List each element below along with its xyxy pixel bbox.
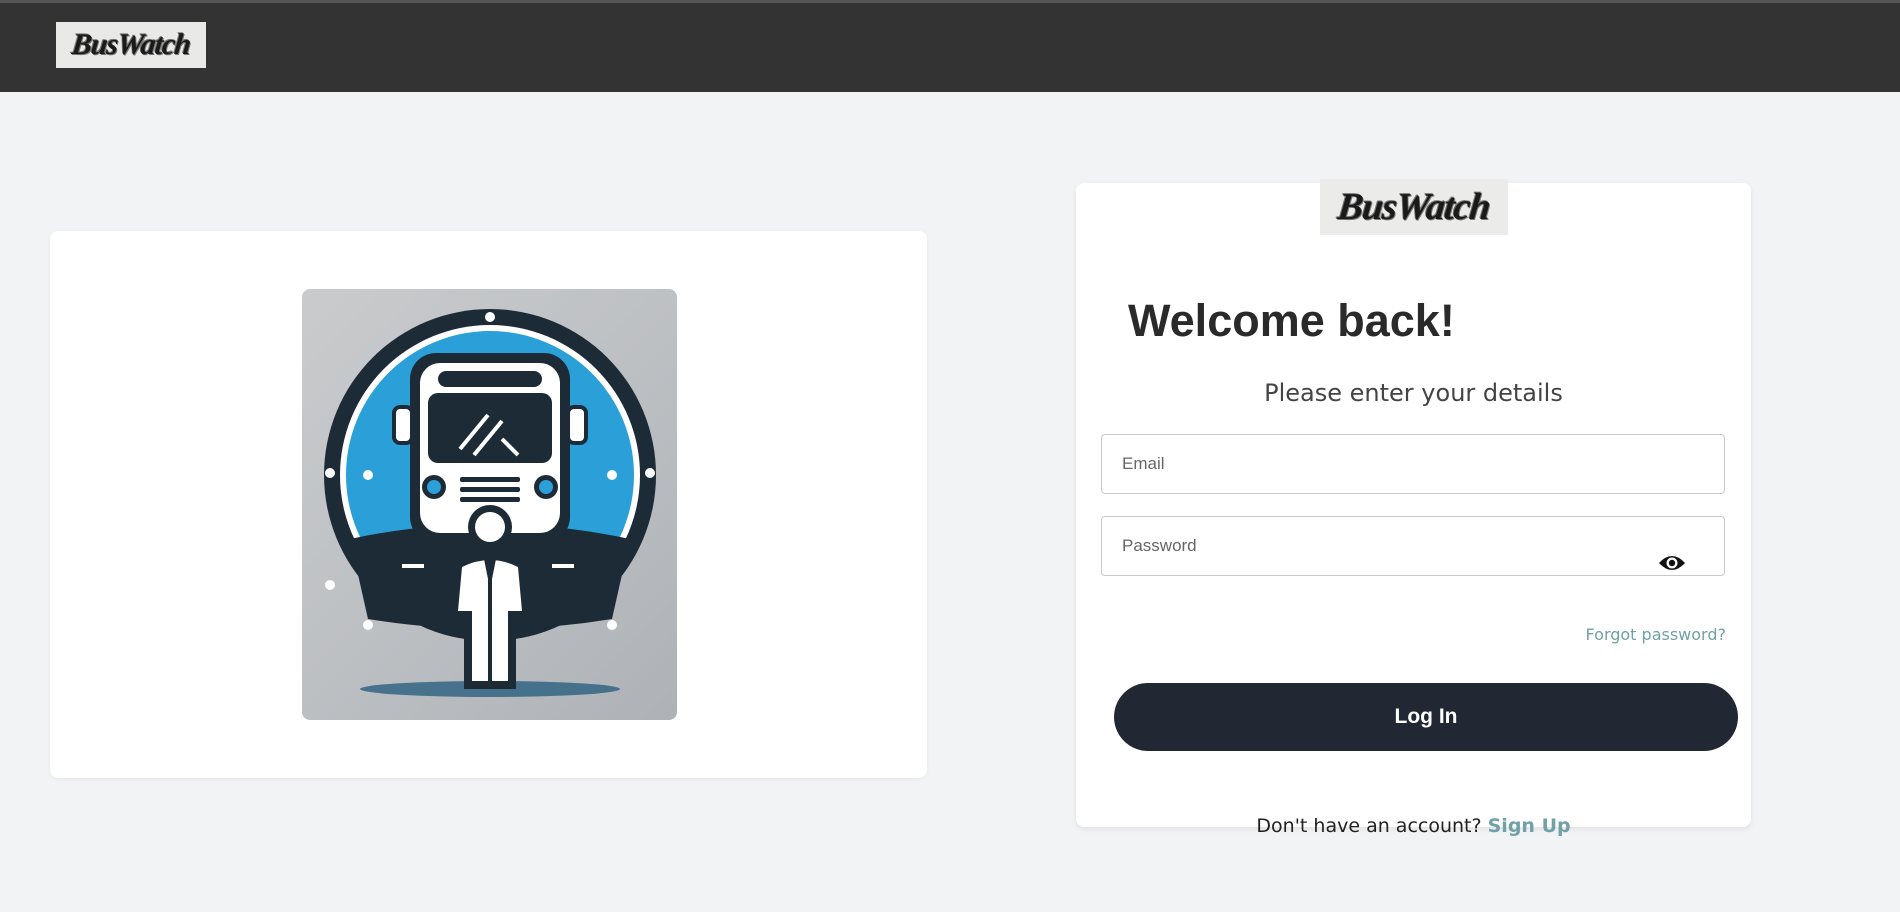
signup-link[interactable]: Sign Up	[1488, 815, 1571, 837]
hero-card	[50, 231, 927, 778]
password-field[interactable]	[1102, 517, 1724, 575]
login-card: BusWatch Welcome back! Please enter your…	[1076, 179, 1751, 827]
signup-prompt: Don't have an account?	[1256, 815, 1488, 837]
login-button[interactable]: Log In	[1114, 683, 1738, 751]
page-title: Welcome back!	[1128, 295, 1455, 346]
top-navbar: BusWatch	[0, 0, 1900, 92]
forgot-password-link[interactable]: Forgot password?	[1586, 625, 1726, 644]
signup-row: Don't have an account? Sign Up	[1076, 815, 1751, 837]
login-subtitle: Please enter your details	[1264, 379, 1563, 407]
navbar-logo-text: BusWatch	[70, 28, 192, 61]
email-field-wrapper	[1101, 434, 1725, 494]
login-logo: BusWatch	[1320, 179, 1508, 235]
eye-icon[interactable]	[1658, 553, 1686, 573]
email-field[interactable]	[1102, 435, 1724, 493]
login-logo-text: BusWatch	[1335, 186, 1493, 228]
password-field-wrapper	[1101, 516, 1725, 576]
bus-driver-illustration	[302, 289, 677, 720]
navbar-logo[interactable]: BusWatch	[56, 22, 206, 68]
